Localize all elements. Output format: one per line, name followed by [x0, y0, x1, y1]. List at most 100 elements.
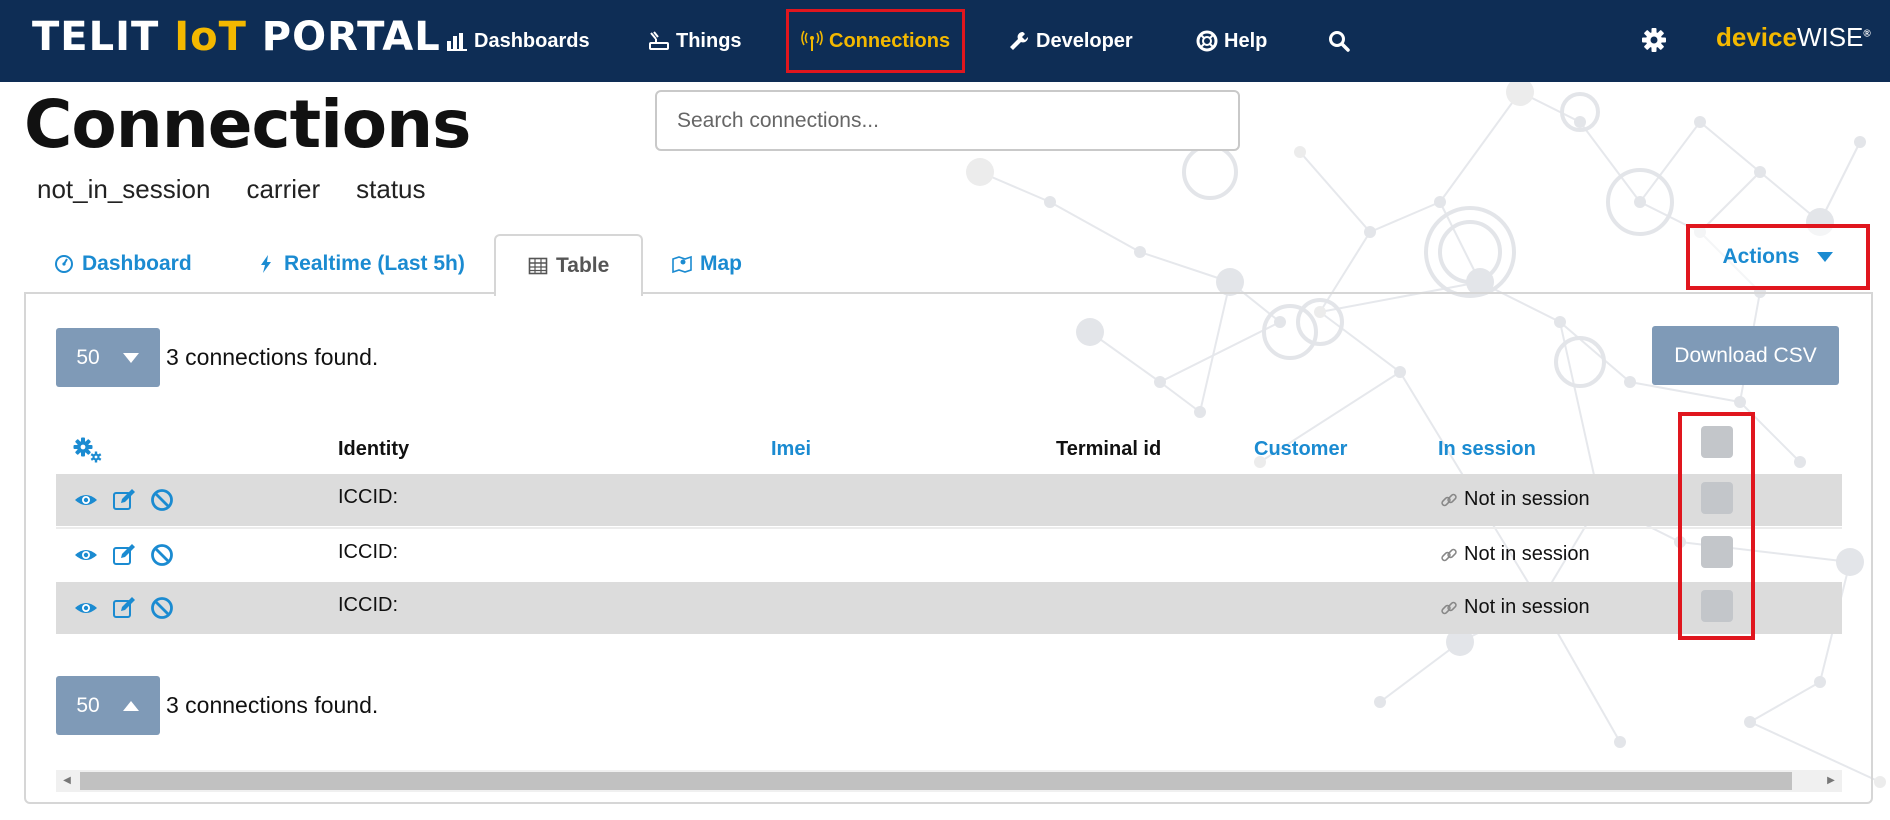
- table-row: ICCID: Not in session: [56, 582, 1842, 634]
- view-eye-icon[interactable]: [74, 596, 98, 620]
- thing-icon: [649, 31, 669, 50]
- tab-map[interactable]: Map: [672, 236, 742, 292]
- disable-ban-icon[interactable]: [150, 488, 174, 512]
- page-size-select-top[interactable]: 50: [56, 328, 160, 387]
- nav-help-label: Help: [1224, 30, 1268, 52]
- column-header-customer[interactable]: Customer: [1254, 438, 1347, 461]
- scroll-left-arrow-icon[interactable]: ◀: [60, 774, 74, 788]
- top-navigation-bar: TELIT IoT PORTAL Dashboards Things Conne…: [0, 0, 1890, 82]
- map-icon: [672, 255, 692, 274]
- actions-dropdown[interactable]: Actions: [1686, 224, 1870, 290]
- tab-realtime-label: Realtime (Last 5h): [284, 252, 465, 275]
- filter-carrier[interactable]: carrier: [246, 174, 320, 205]
- column-header-imei[interactable]: Imei: [771, 438, 811, 461]
- caret-down-icon: [122, 352, 139, 363]
- page-size-select-bottom[interactable]: 50: [56, 676, 160, 735]
- nav-search[interactable]: [1328, 12, 1350, 70]
- disable-ban-icon[interactable]: [150, 543, 174, 567]
- settings-gear-icon[interactable]: [1640, 26, 1668, 54]
- telit-iot-portal-logo[interactable]: TELIT IoT PORTAL: [32, 12, 441, 62]
- devicewise-wise: WISE: [1796, 22, 1864, 52]
- cell-in-session: Not in session: [1440, 543, 1590, 566]
- row-checkbox[interactable]: [1701, 536, 1733, 568]
- cell-in-session: Not in session: [1440, 488, 1590, 511]
- nav-things-label: Things: [676, 30, 742, 52]
- edit-icon[interactable]: [112, 596, 136, 620]
- devicewise-device: device: [1716, 22, 1797, 52]
- nav-help[interactable]: Help: [1196, 12, 1267, 70]
- filter-status[interactable]: status: [356, 174, 425, 205]
- caret-up-icon: [122, 700, 139, 711]
- row-checkbox[interactable]: [1701, 590, 1733, 622]
- background-network-node: [1874, 776, 1886, 788]
- brand-iot: IoT: [174, 14, 247, 60]
- edit-icon[interactable]: [112, 488, 136, 512]
- background-network-node: [1574, 116, 1586, 128]
- background-network-node: [1134, 246, 1146, 258]
- devicewise-registered-mark: ®: [1863, 28, 1871, 40]
- background-network-link: [1299, 151, 1371, 233]
- in-session-text: Not in session: [1464, 596, 1590, 618]
- column-header-in-session[interactable]: In session: [1438, 438, 1536, 461]
- column-header-identity: Identity: [338, 438, 410, 460]
- link-chain-icon: [1441, 493, 1457, 506]
- tab-table-label: Table: [556, 254, 610, 277]
- background-network-link: [1049, 201, 1141, 253]
- background-network-link: [1439, 91, 1521, 203]
- nav-developer-label: Developer: [1036, 30, 1133, 52]
- antenna-icon: [801, 30, 823, 51]
- page-size-value-bottom: 50: [76, 693, 100, 717]
- select-all-checkbox[interactable]: [1701, 426, 1733, 458]
- cell-identity: ICCID:: [338, 486, 398, 508]
- wrench-icon: [1010, 31, 1029, 50]
- caret-down-icon: [1816, 252, 1833, 262]
- cell-identity: ICCID:: [338, 541, 398, 563]
- view-eye-icon[interactable]: [74, 543, 98, 567]
- background-network-node: [1854, 136, 1866, 148]
- disable-ban-icon[interactable]: [150, 596, 174, 620]
- scroll-right-arrow-icon[interactable]: ▶: [1824, 774, 1838, 788]
- row-checkbox[interactable]: [1701, 482, 1733, 514]
- background-network-node: [1294, 146, 1306, 158]
- background-network-link: [1369, 201, 1441, 233]
- filter-tags: not_in_session carrier status: [37, 174, 426, 205]
- results-count-bottom: 3 connections found.: [166, 692, 379, 718]
- nav-developer[interactable]: Developer: [1008, 12, 1133, 70]
- background-network-node: [1634, 196, 1646, 208]
- page-title: Connections: [24, 86, 471, 163]
- lifebuoy-icon: [1196, 30, 1218, 52]
- brand-suffix: PORTAL: [246, 14, 441, 60]
- background-network-node: [1694, 116, 1706, 128]
- search-connections-input[interactable]: [655, 90, 1240, 151]
- scrollbar-thumb[interactable]: [80, 772, 1792, 790]
- nav-dashboards[interactable]: Dashboards: [446, 12, 590, 70]
- page-size-value-top: 50: [76, 345, 100, 369]
- background-network-node: [1434, 196, 1446, 208]
- tab-dashboard[interactable]: Dashboard: [54, 236, 192, 292]
- nav-things[interactable]: Things: [648, 12, 742, 70]
- background-network-link: [1699, 171, 1761, 233]
- background-network-node: [1506, 82, 1534, 106]
- tab-dashboard-label: Dashboard: [82, 252, 192, 275]
- tab-table[interactable]: Table: [494, 234, 644, 296]
- download-csv-button[interactable]: Download CSV: [1652, 326, 1839, 385]
- horizontal-scrollbar[interactable]: ◀ ▶: [56, 770, 1842, 792]
- in-session-text: Not in session: [1464, 543, 1590, 565]
- table-icon: [528, 257, 548, 275]
- link-chain-icon: [1441, 548, 1457, 561]
- nav-connections[interactable]: Connections: [785, 9, 966, 73]
- view-eye-icon[interactable]: [74, 488, 98, 512]
- brand-prefix: TELIT: [32, 14, 175, 60]
- nav-dashboards-label: Dashboards: [474, 30, 590, 52]
- dashboard-gauge-icon: [55, 255, 73, 273]
- edit-icon[interactable]: [112, 543, 136, 567]
- tab-realtime[interactable]: Realtime (Last 5h): [256, 236, 465, 292]
- filter-not-in-session[interactable]: not_in_session: [37, 174, 210, 205]
- column-header-terminal-id: Terminal id: [1056, 438, 1162, 460]
- column-settings-gears-icon[interactable]: [72, 436, 104, 464]
- bolt-icon: [261, 255, 271, 273]
- background-network-link: [1139, 251, 1231, 283]
- results-count-top: 3 connections found.: [166, 344, 379, 370]
- devicewise-logo[interactable]: deviceWISE®: [1716, 22, 1871, 53]
- cell-identity: ICCID:: [338, 594, 398, 616]
